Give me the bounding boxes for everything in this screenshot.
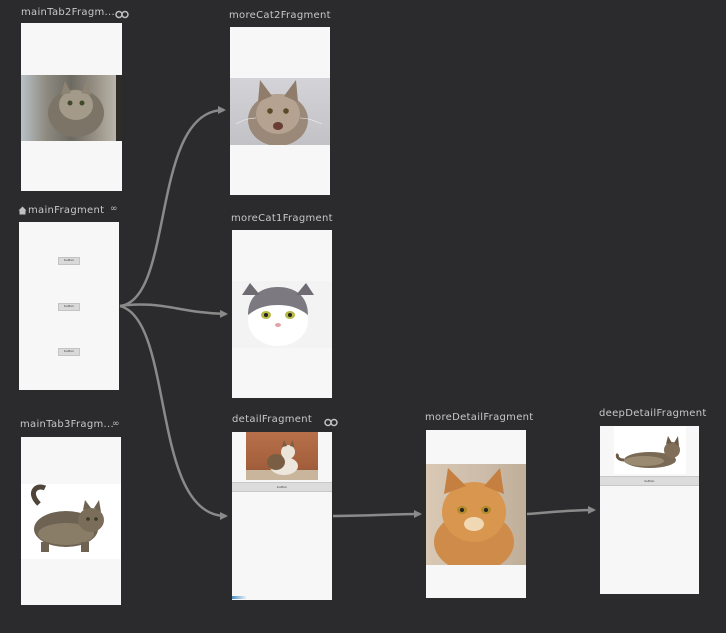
main-button-2: button: [58, 303, 80, 311]
maintab3-fragment-preview[interactable]: [21, 437, 121, 605]
link-icon: [115, 10, 129, 19]
moredetail-fragment-preview[interactable]: [426, 430, 526, 598]
deepdetail-fragment-preview[interactable]: button: [600, 426, 699, 594]
cat-photo: [232, 281, 332, 348]
home-icon: [18, 206, 27, 215]
detail-button: button: [232, 482, 332, 492]
nested-graph-icon: ∞: [112, 419, 120, 429]
main-label[interactable]: mainFragment: [28, 205, 104, 217]
deepdetail-button: button: [600, 476, 699, 486]
morecat1-fragment-preview[interactable]: [232, 230, 332, 398]
nested-graph-icon: ∞: [110, 204, 118, 214]
bottom-navigation-hint: [232, 596, 332, 599]
link-icon: [324, 418, 338, 427]
action-main-to-morecat2[interactable]: [119, 106, 226, 308]
detail-fragment-preview[interactable]: button: [232, 432, 332, 600]
action-main-to-morecat1[interactable]: [119, 303, 228, 318]
detail-label[interactable]: detailFragment: [232, 414, 312, 426]
maintab3-label[interactable]: mainTab3Fragm...: [20, 419, 114, 431]
cat-photo: [614, 426, 686, 474]
morecat2-fragment-preview[interactable]: [230, 27, 330, 195]
action-moredetail-to-deepdetail[interactable]: [526, 506, 596, 516]
cat-photo: [21, 75, 122, 141]
morecat1-label[interactable]: moreCat1Fragment: [231, 213, 333, 225]
cat-photo: [246, 432, 318, 480]
main-button-1: button: [58, 257, 80, 265]
cat-photo: [426, 464, 526, 565]
deepdetail-label[interactable]: deepDetailFragment: [599, 408, 707, 420]
morecat2-label[interactable]: moreCat2Fragment: [229, 10, 331, 22]
moredetail-label[interactable]: moreDetailFragment: [425, 412, 534, 424]
main-fragment-preview[interactable]: button button button: [19, 222, 119, 390]
main-button-3: button: [58, 348, 80, 356]
cat-photo: [230, 78, 330, 145]
navigation-graph-canvas[interactable]: mainTab2Fragm... mainFragment ∞ button b…: [0, 0, 726, 633]
cat-photo: [21, 484, 121, 559]
action-main-to-detail[interactable]: [119, 304, 228, 520]
maintab2-label[interactable]: mainTab2Fragm...: [21, 7, 115, 19]
action-detail-to-moredetail[interactable]: [332, 510, 422, 519]
maintab2-fragment-preview[interactable]: [21, 23, 122, 191]
